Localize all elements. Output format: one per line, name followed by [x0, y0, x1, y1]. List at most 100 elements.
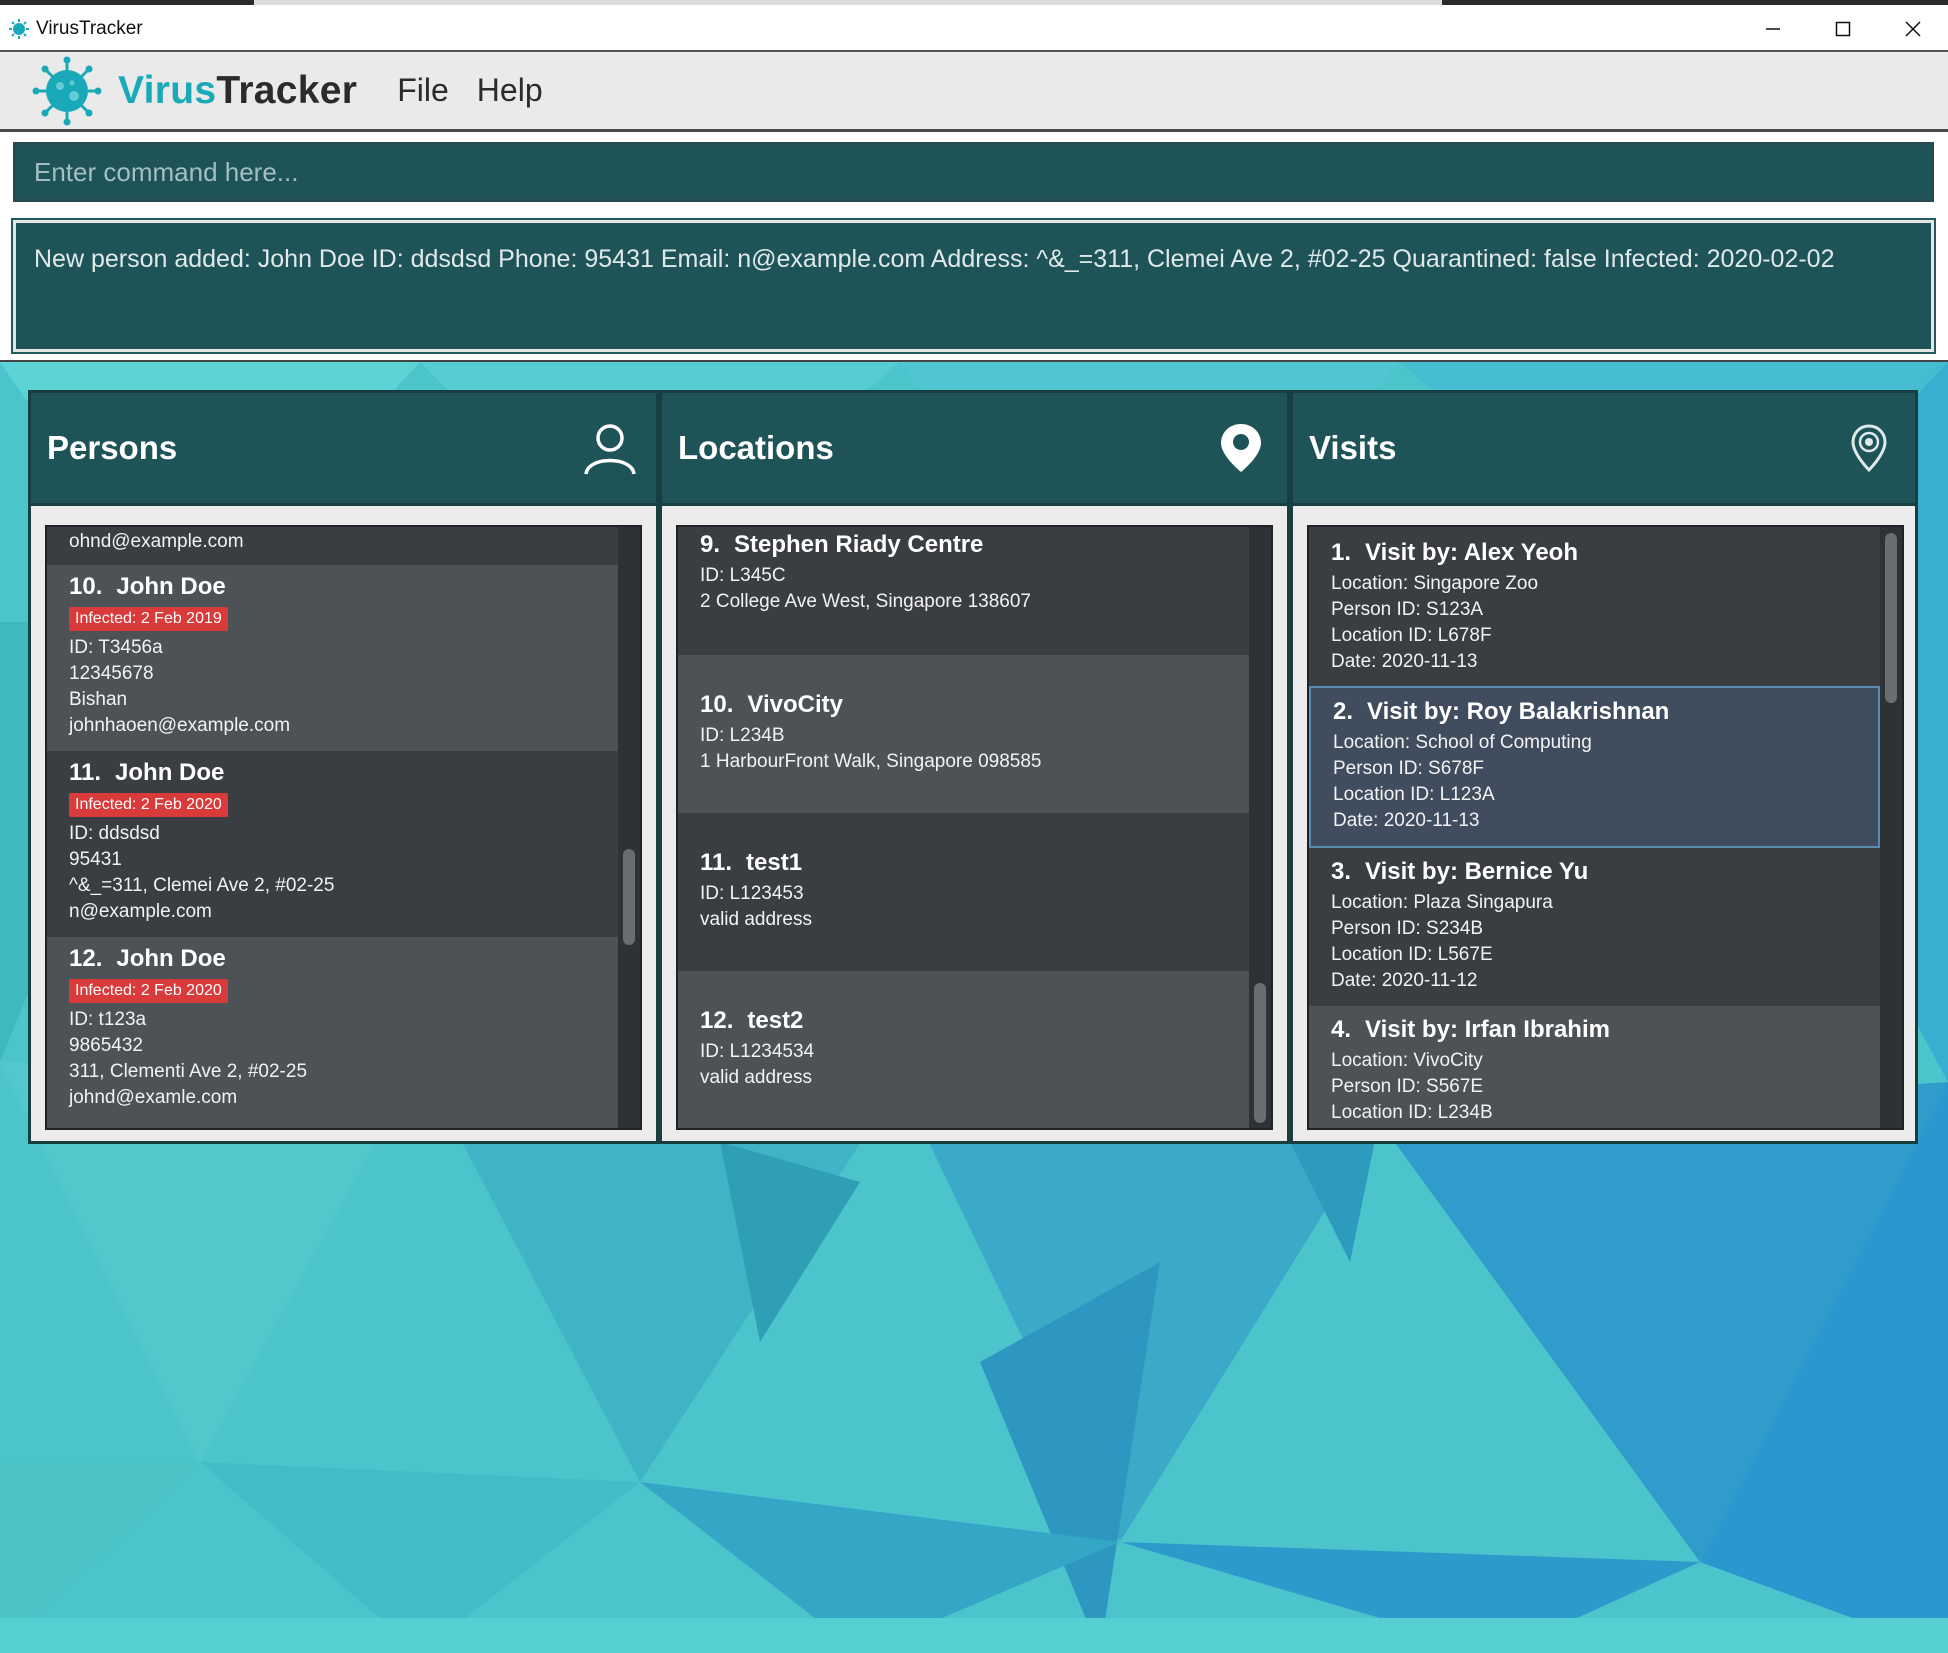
person-name-row: 12. John Doe [69, 945, 596, 973]
person-card[interactable]: 10. John Doe Infected: 2 Feb 2019 ID: T34… [47, 565, 618, 751]
location-name-row: 11. test1 [700, 849, 1227, 877]
persons-scroll-thumb[interactable] [623, 849, 635, 945]
location-address: 2 College Ave West, Singapore 138607 [700, 591, 1031, 612]
person-name-row: 11. John Doe [69, 759, 596, 787]
visit-title: Visit by: Roy Balakrishnan [1367, 698, 1670, 725]
person-id: ID: T3456a [69, 637, 163, 658]
brand-part-virus: Virus [118, 68, 217, 112]
person-address: 311, Clementi Ave 2, #02-25 [69, 1061, 308, 1082]
visit-card[interactable]: 4. Visit by: Irfan Ibrahim Location: Vivo… [1309, 1006, 1880, 1128]
person-phone: 95431 [69, 849, 122, 870]
person-name: John Doe [115, 759, 225, 786]
person-icon [580, 418, 640, 478]
person-name: John Doe [116, 573, 226, 600]
visit-location: Location: School of Computing [1333, 732, 1592, 753]
persons-scrollbar[interactable] [618, 527, 640, 1128]
locations-list[interactable]: 9. Stephen Riady Centre ID: L345C 2 Colle… [676, 525, 1273, 1130]
visit-person-id: Person ID: S678F [1333, 758, 1485, 779]
maximize-button[interactable] [1808, 5, 1878, 52]
location-name: VivoCity [747, 691, 843, 718]
persons-panel: Persons ohnd@example.com 10. John Doe Inf… [28, 390, 659, 1144]
person-index: 10. [69, 573, 103, 600]
location-card[interactable]: 12. test2 ID: L1234534 valid address [678, 971, 1249, 1128]
location-card[interactable]: 11. test1 ID: L123453 valid address [678, 813, 1249, 971]
location-index: 9. [700, 531, 721, 558]
visit-card[interactable]: 3. Visit by: Bernice Yu Location: Plaza S… [1309, 848, 1880, 1006]
minimize-button[interactable] [1738, 5, 1808, 52]
person-name: John Doe [116, 945, 226, 972]
location-index: 11. [700, 849, 733, 876]
persons-list[interactable]: ohnd@example.com 10. John Doe Infected: 2… [45, 525, 642, 1130]
person-card[interactable]: 11. John Doe Infected: 2 Feb 2020 ID: dds… [47, 751, 618, 937]
window-controls [1738, 5, 1948, 52]
visit-title: Visit by: Alex Yeoh [1365, 539, 1578, 566]
virus-logo-icon [32, 56, 102, 125]
visit-title-row: 2. Visit by: Roy Balakrishnan [1333, 698, 1856, 726]
close-icon [1905, 20, 1921, 37]
location-id: ID: L234B [700, 725, 785, 746]
person-phone: 12345678 [69, 663, 154, 684]
location-address: valid address [700, 1067, 812, 1088]
maximize-icon [1835, 21, 1851, 36]
visit-date: Date: 2020-11-12 [1331, 970, 1478, 991]
visit-title: Visit by: Irfan Ibrahim [1365, 1016, 1610, 1043]
visits-header: Visits [1293, 393, 1915, 506]
result-display: New person added: John Doe ID: ddsdsd Ph… [11, 218, 1936, 354]
locations-header: Locations [662, 393, 1287, 506]
location-address: valid address [700, 909, 812, 930]
visits-title: Visits [1309, 429, 1397, 466]
visit-card[interactable]: 1. Visit by: Alex Yeoh Location: Singapor… [1309, 527, 1880, 686]
visit-person-id: Person ID: S567E [1331, 1076, 1484, 1097]
visit-date: Date: 2020-11-13 [1333, 810, 1480, 831]
person-id: ID: t123a [69, 1009, 147, 1030]
visit-person-id: Person ID: S123A [1331, 599, 1484, 620]
visits-list[interactable]: 1. Visit by: Alex Yeoh Location: Singapor… [1307, 525, 1904, 1130]
location-card[interactable]: 10. VivoCity ID: L234B 1 HarbourFront Wal… [678, 655, 1249, 813]
visits-scroll-thumb[interactable] [1885, 533, 1897, 703]
visit-location-id: Location ID: L123A [1333, 784, 1495, 805]
person-address: Bishan [69, 689, 128, 710]
location-name-row: 10. VivoCity [700, 691, 1227, 719]
location-id: ID: L123453 [700, 883, 804, 904]
command-input[interactable] [13, 142, 1934, 202]
location-index: 10. [700, 691, 734, 718]
close-button[interactable] [1878, 5, 1948, 52]
location-name-row: 9. Stephen Riady Centre [700, 531, 1227, 559]
persons-header: Persons [31, 393, 656, 506]
visit-index: 2. [1333, 698, 1354, 725]
window-title: VirusTracker [36, 17, 143, 39]
menu-file[interactable]: File [397, 72, 449, 109]
locations-title: Locations [678, 429, 834, 466]
visit-title-row: 3. Visit by: Bernice Yu [1331, 858, 1858, 886]
locations-scrollbar[interactable] [1249, 527, 1271, 1128]
menu-bar: VirusTracker File Help [0, 50, 1948, 132]
visit-title-row: 1. Visit by: Alex Yeoh [1331, 539, 1858, 567]
person-phone: 9865432 [69, 1035, 143, 1056]
visit-location-id: Location ID: L567E [1331, 944, 1493, 965]
location-name: test1 [746, 849, 803, 876]
person-index: 11. [69, 759, 102, 786]
visit-pin-icon [1839, 418, 1899, 478]
visit-title: Visit by: Bernice Yu [1365, 858, 1589, 885]
person-id: ID: ddsdsd [69, 823, 160, 844]
visit-card-selected[interactable]: 2. Visit by: Roy Balakrishnan Location: S… [1309, 686, 1880, 848]
location-name: Stephen Riady Centre [734, 531, 984, 558]
visit-index: 4. [1331, 1016, 1352, 1043]
person-email: johnhaoen@example.com [69, 715, 291, 736]
person-card[interactable]: 12. John Doe Infected: 2 Feb 2020 ID: t12… [47, 937, 618, 1128]
visits-scrollbar[interactable] [1880, 527, 1902, 1128]
menu-help[interactable]: Help [477, 72, 543, 109]
infected-badge: Infected: 2 Feb 2020 [69, 979, 228, 1003]
locations-scroll-thumb[interactable] [1254, 983, 1266, 1123]
person-email: ohnd@example.com [69, 531, 244, 552]
panels-container: Persons ohnd@example.com 10. John Doe Inf… [28, 390, 1918, 1144]
visit-date: Date: 2020-11-13 [1331, 651, 1478, 672]
visit-person-id: Person ID: S234B [1331, 918, 1484, 939]
location-id: ID: L1234534 [700, 1041, 815, 1062]
list-item[interactable]: ohnd@example.com [47, 527, 618, 565]
window-titlebar: VirusTracker [0, 0, 1948, 52]
command-area: New person added: John Doe ID: ddsdsd Ph… [0, 132, 1948, 362]
location-card[interactable]: 9. Stephen Riady Centre ID: L345C 2 Colle… [678, 527, 1249, 655]
infected-badge: Infected: 2 Feb 2020 [69, 793, 228, 817]
minimize-icon [1766, 27, 1780, 30]
